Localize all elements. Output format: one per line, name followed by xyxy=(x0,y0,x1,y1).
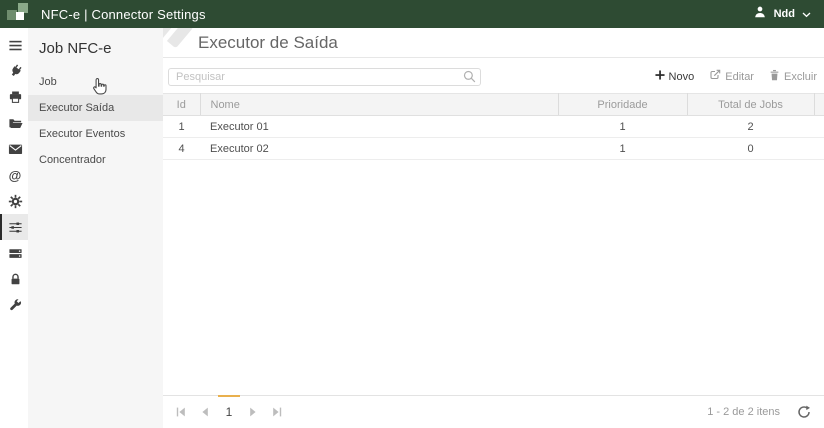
search-input[interactable] xyxy=(168,68,481,86)
toolbar-buttons: Novo Editar Excluir xyxy=(655,69,817,84)
pager-first-button[interactable] xyxy=(169,396,193,428)
search-icon[interactable] xyxy=(463,70,476,88)
sidebar-item-executor-saida[interactable]: Executor Saída xyxy=(28,95,163,121)
sidebar-item-executor-eventos[interactable]: Executor Eventos xyxy=(28,121,163,147)
icon-rail: @ xyxy=(0,28,28,428)
delete-button-label: Excluir xyxy=(784,71,817,83)
executor-grid: Id Nome Prioridade Total de Jobs 1 Execu… xyxy=(163,93,824,160)
server-icon[interactable] xyxy=(0,240,28,266)
user-name: Ndd xyxy=(774,8,795,20)
pager-page-1[interactable]: 1 xyxy=(217,396,241,428)
wrench-icon[interactable] xyxy=(0,292,28,318)
new-button-label: Novo xyxy=(669,71,695,83)
watermark-logo-icon xyxy=(163,28,201,58)
main-panel: Executor de Saída Novo xyxy=(163,28,824,428)
cell-prioridade: 1 xyxy=(558,116,687,138)
gear-icon[interactable] xyxy=(0,188,28,214)
logo-square-white xyxy=(16,12,24,20)
toolbar: Novo Editar Excluir xyxy=(168,67,817,86)
sliders-icon[interactable] xyxy=(0,214,28,240)
pager-last-button[interactable] xyxy=(265,396,289,428)
sidebar-title: Job NFC-e xyxy=(28,28,163,69)
cell-prioridade: 1 xyxy=(558,138,687,160)
delete-button[interactable]: Excluir xyxy=(769,69,817,84)
cell-id: 4 xyxy=(163,138,200,160)
app-title: NFC-e | Connector Settings xyxy=(41,7,206,22)
refresh-icon[interactable] xyxy=(797,405,811,419)
user-icon xyxy=(753,5,767,24)
mail-icon[interactable] xyxy=(0,136,28,162)
pager-right: 1 - 2 de 2 itens xyxy=(707,405,811,419)
printer-icon[interactable] xyxy=(0,84,28,110)
cell-spacer xyxy=(814,138,824,160)
pager-prev-button[interactable] xyxy=(193,396,217,428)
at-icon[interactable]: @ xyxy=(0,162,28,188)
new-button[interactable]: Novo xyxy=(655,70,695,83)
plus-icon xyxy=(655,70,665,83)
column-header-total-de-jobs[interactable]: Total de Jobs xyxy=(687,94,814,116)
column-header-id[interactable]: Id xyxy=(163,94,200,116)
cell-total-de-jobs: 0 xyxy=(687,138,814,160)
sidebar-item-concentrador[interactable]: Concentrador xyxy=(28,147,163,173)
page-title-bar: Executor de Saída xyxy=(163,28,824,58)
cell-nome: Executor 01 xyxy=(200,116,558,138)
cell-id: 1 xyxy=(163,116,200,138)
grid-header-row: Id Nome Prioridade Total de Jobs xyxy=(163,94,824,116)
sidebar: Job NFC-e Job Executor Saída Executor Ev… xyxy=(28,28,163,428)
topbar: NFC-e | Connector Settings Ndd xyxy=(0,0,824,28)
pager-info: 1 - 2 de 2 itens xyxy=(707,406,780,418)
column-header-prioridade[interactable]: Prioridade xyxy=(558,94,687,116)
edit-button[interactable]: Editar xyxy=(709,69,754,84)
cell-total-de-jobs: 2 xyxy=(687,116,814,138)
folder-icon[interactable] xyxy=(0,110,28,136)
menu-icon[interactable] xyxy=(0,32,28,58)
trash-icon xyxy=(769,69,780,84)
page-title: Executor de Saída xyxy=(198,33,338,53)
cell-nome: Executor 02 xyxy=(200,138,558,160)
pager: 1 1 - 2 de 2 itens xyxy=(163,395,824,428)
sidebar-item-job[interactable]: Job xyxy=(28,69,163,95)
table-row[interactable]: 4 Executor 02 1 0 xyxy=(163,138,824,160)
table-row[interactable]: 1 Executor 01 1 2 xyxy=(163,116,824,138)
column-header-nome[interactable]: Nome xyxy=(200,94,558,116)
edit-button-label: Editar xyxy=(725,71,754,83)
app-logo-icon xyxy=(7,3,34,25)
chevron-down-icon xyxy=(802,5,811,23)
lock-icon[interactable] xyxy=(0,266,28,292)
cell-spacer xyxy=(814,116,824,138)
user-menu[interactable]: Ndd xyxy=(753,5,811,24)
plug-icon[interactable] xyxy=(0,58,28,84)
pager-next-button[interactable] xyxy=(241,396,265,428)
search-box xyxy=(168,67,481,86)
edit-icon xyxy=(709,69,721,84)
column-header-spacer xyxy=(814,94,824,116)
